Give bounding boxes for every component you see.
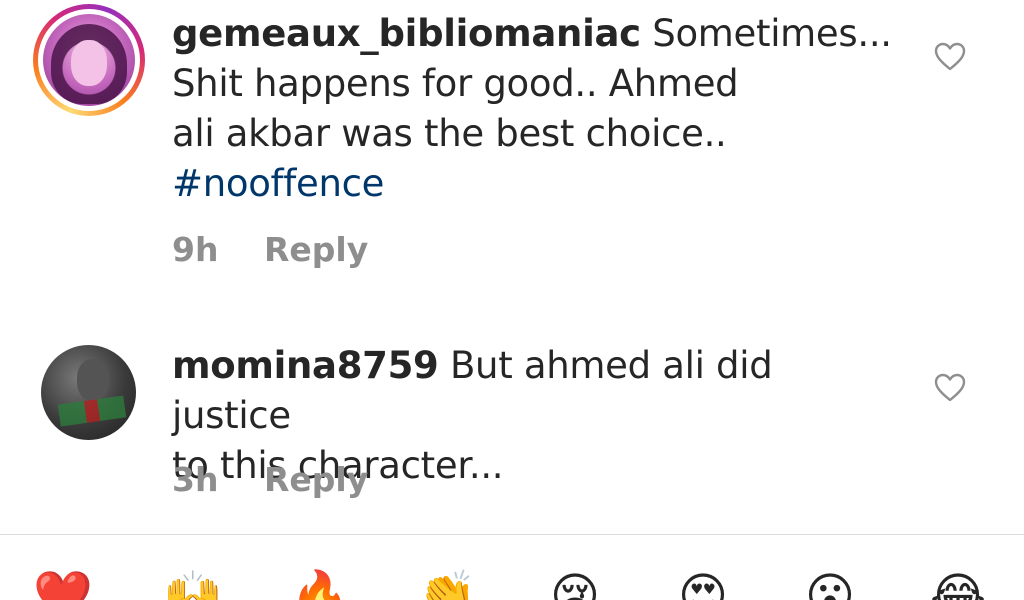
- red-heart-emoji-icon[interactable]: ❤️: [28, 566, 98, 600]
- heart-eyes-emoji-icon[interactable]: 😍: [668, 566, 738, 600]
- avatar-with-story-ring[interactable]: [33, 4, 145, 116]
- emoji-reaction-bar: ❤️ 🙌 🔥 👏 😢 😍 😮 😂: [0, 560, 1024, 600]
- comment-body-line: ali akbar was the best choice..: [172, 112, 727, 155]
- like-heart-icon[interactable]: [934, 373, 966, 403]
- comment-meta: 3h Reply: [172, 460, 368, 499]
- comment-text: gemeaux_bibliomaniac Sometimes... Shit h…: [172, 9, 892, 209]
- avatar[interactable]: [41, 345, 136, 440]
- comment-username[interactable]: gemeaux_bibliomaniac: [172, 12, 641, 55]
- like-heart-icon[interactable]: [934, 42, 966, 72]
- comment-timestamp: 9h: [172, 230, 219, 269]
- comment-username[interactable]: momina8759: [172, 344, 439, 387]
- comment-body-line: Shit happens for good.. Ahmed: [172, 62, 739, 105]
- comment-body-line: Sometimes...: [652, 12, 892, 55]
- raising-hands-emoji-icon[interactable]: 🙌: [158, 566, 228, 600]
- surprised-face-emoji-icon[interactable]: 😮: [795, 566, 865, 600]
- divider: [0, 534, 1024, 535]
- reply-button[interactable]: Reply: [264, 460, 368, 499]
- crying-face-emoji-icon[interactable]: 😢: [540, 566, 610, 600]
- avatar: [43, 14, 135, 106]
- clapping-hands-emoji-icon[interactable]: 👏: [412, 566, 482, 600]
- fire-emoji-icon[interactable]: 🔥: [285, 566, 355, 600]
- comment-timestamp: 3h: [172, 460, 219, 499]
- comment-meta: 9h Reply: [172, 230, 368, 269]
- hashtag-link[interactable]: #nooffence: [172, 162, 384, 205]
- laughing-tears-emoji-icon[interactable]: 😂: [923, 566, 993, 600]
- reply-button[interactable]: Reply: [264, 230, 368, 269]
